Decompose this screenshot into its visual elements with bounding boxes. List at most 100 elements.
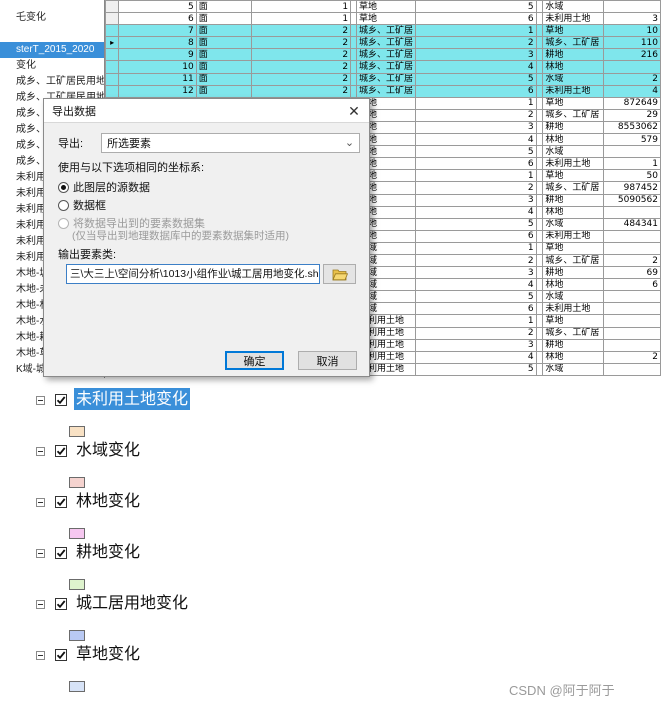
- cell-t2: 水域: [542, 362, 605, 376]
- table-row[interactable]: 7 面 2 城乡、工矿居 1 草地 10: [105, 24, 661, 38]
- layer-name[interactable]: 未利用土地变化: [74, 388, 191, 410]
- cell-shape: 面: [195, 84, 253, 98]
- table-row[interactable]: 5 面 1 草地 5 水域: [105, 0, 661, 14]
- cell-t2: 林地: [542, 60, 605, 74]
- table-row[interactable]: 11 面 2 城乡、工矿居 5 水域 2: [105, 72, 661, 86]
- table-row[interactable]: 12 面 2 城乡、工矿居 6 未利用土地 4: [105, 84, 661, 98]
- checkmark-icon: [56, 498, 66, 507]
- radio-selected-icon[interactable]: [58, 181, 69, 193]
- layer-visibility-checkbox[interactable]: [55, 496, 67, 508]
- symbol-swatch[interactable]: [69, 528, 85, 539]
- cell-c2: 2: [415, 326, 537, 340]
- cell-spacer: [535, 84, 544, 98]
- layer-item[interactable]: 城工居用地变化: [0, 592, 661, 644]
- cell-val: 50: [603, 169, 661, 183]
- checkmark-icon: [56, 447, 66, 456]
- cell-val: [603, 290, 661, 304]
- cell-c2: 2: [415, 181, 537, 195]
- layer-visibility-checkbox[interactable]: [55, 547, 67, 559]
- table-row[interactable]: 9 面 2 城乡、工矿居 3 耕地 216: [105, 48, 661, 62]
- layer-visibility-checkbox[interactable]: [55, 598, 67, 610]
- table-row[interactable]: 6 面 1 草地 6 未利用土地 3: [105, 12, 661, 26]
- output-path-input[interactable]: 三\大三上\空间分析\1013小组作业\城工居用地变化.shp: [66, 264, 320, 284]
- cell-spacer: [535, 193, 544, 207]
- toc-item-selected[interactable]: sterT_2015_2020: [0, 42, 104, 58]
- toc-item[interactable]: 乇变化: [0, 10, 104, 26]
- layer-name[interactable]: 水域变化: [74, 439, 142, 461]
- cell-val: [603, 314, 661, 328]
- cell-c2: 2: [415, 253, 537, 268]
- cell-c2: 6: [415, 229, 537, 243]
- cell-c1: 2: [251, 72, 352, 86]
- symbol-swatch[interactable]: [69, 630, 85, 641]
- cell-c1: 1: [251, 0, 352, 14]
- cell-spacer: [535, 96, 544, 110]
- radio-data-frame-label: 数据框: [73, 200, 106, 212]
- toc-item[interactable]: [0, 26, 104, 42]
- collapse-icon[interactable]: [36, 600, 45, 609]
- cell-c2: 1: [415, 314, 537, 328]
- collapse-icon[interactable]: [36, 549, 45, 558]
- layer-name[interactable]: 林地变化: [74, 490, 142, 512]
- cell-spacer: [535, 0, 544, 14]
- cell-val: 987452: [603, 181, 661, 195]
- cell-t2: 水域: [542, 290, 605, 304]
- browse-button[interactable]: [323, 264, 356, 284]
- cell-val: 579: [603, 133, 661, 147]
- cell-spacer: [535, 36, 544, 50]
- layer-item[interactable]: 耕地变化: [0, 541, 661, 593]
- collapse-icon[interactable]: [36, 396, 45, 405]
- radio-data-frame[interactable]: 数据框: [58, 197, 106, 213]
- radio-layer-source[interactable]: 此图层的源数据: [58, 179, 150, 195]
- symbol-swatch[interactable]: [69, 579, 85, 590]
- cell-val: [603, 229, 661, 243]
- cell-t2: 耕地: [542, 48, 605, 62]
- cell-val: 4: [603, 84, 661, 98]
- chevron-down-icon: ⌄: [344, 137, 355, 149]
- layer-name[interactable]: 耕地变化: [74, 541, 142, 563]
- export-select-value: 所选要素: [107, 138, 152, 150]
- toc-item[interactable]: 变化: [0, 58, 104, 74]
- layer-visibility-checkbox[interactable]: [55, 649, 67, 661]
- cell-c1: 2: [251, 84, 352, 98]
- layer-visibility-checkbox[interactable]: [55, 394, 67, 406]
- layer-item[interactable]: 水域变化: [0, 439, 661, 491]
- cell-spacer: [535, 302, 544, 316]
- close-icon[interactable]: ✕: [347, 103, 361, 120]
- layer-name[interactable]: 草地变化: [74, 643, 142, 665]
- cell-id: 7: [118, 24, 197, 38]
- layer-item[interactable]: 林地变化: [0, 490, 661, 542]
- cell-spacer: [535, 108, 544, 122]
- cell-t2: 草地: [542, 24, 605, 38]
- cancel-button[interactable]: 取消: [298, 351, 357, 370]
- checkmark-icon: [56, 549, 66, 558]
- layer-item[interactable]: 未利用土地变化: [0, 388, 661, 440]
- radio-unselected-icon[interactable]: [58, 199, 69, 211]
- collapse-icon[interactable]: [36, 447, 45, 456]
- cell-val: 484341: [603, 217, 661, 231]
- export-select[interactable]: 所选要素 ⌄: [101, 133, 361, 153]
- cell-t1: 城乡、工矿居: [356, 36, 417, 50]
- cell-spacer: [535, 12, 544, 26]
- table-row[interactable]: ▸ 8 面 2 城乡、工矿居 2 城乡、工矿居 110: [105, 36, 661, 50]
- table-row[interactable]: 10 面 2 城乡、工矿居 4 林地: [105, 60, 661, 74]
- cell-t2: 耕地: [542, 193, 605, 207]
- collapse-icon[interactable]: [36, 498, 45, 507]
- feature-dataset-note: (仅当导出到地理数据库中的要素数据集时适用): [72, 230, 289, 242]
- ok-button[interactable]: 确定: [225, 351, 284, 370]
- cell-spacer: [535, 205, 544, 219]
- cell-val: 1: [603, 157, 661, 171]
- cell-c2: 4: [415, 350, 537, 364]
- symbol-swatch[interactable]: [69, 426, 85, 437]
- cell-t2: 水域: [542, 217, 605, 231]
- cell-val: 110: [603, 36, 661, 50]
- cell-val: [603, 338, 661, 352]
- cell-c1: 2: [251, 24, 352, 38]
- cell-c2: 4: [415, 278, 537, 292]
- toc-item[interactable]: 成乡、工矿居民用地: [0, 74, 104, 90]
- symbol-swatch[interactable]: [69, 477, 85, 488]
- layer-name[interactable]: 城工居用地变化: [74, 592, 190, 614]
- collapse-icon[interactable]: [36, 651, 45, 660]
- layer-visibility-checkbox[interactable]: [55, 445, 67, 457]
- symbol-swatch[interactable]: [69, 681, 85, 692]
